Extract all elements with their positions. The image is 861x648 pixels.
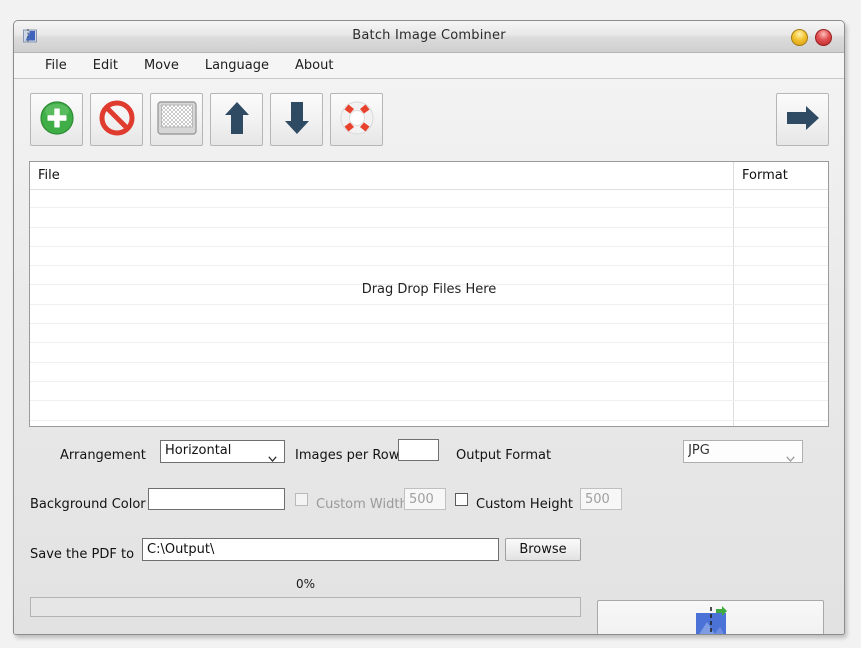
arrow-right-icon bbox=[785, 104, 821, 136]
table-row[interactable] bbox=[30, 343, 828, 362]
content-area: File Format Drag Drop Files Here Arrange… bbox=[14, 79, 844, 635]
title-bar: Batch Image Combiner bbox=[14, 21, 844, 53]
help-button[interactable] bbox=[330, 93, 383, 146]
arrangement-select[interactable]: HorizontalVertical bbox=[160, 440, 285, 463]
move-up-button[interactable] bbox=[210, 93, 263, 146]
close-button[interactable] bbox=[815, 29, 832, 46]
table-row[interactable] bbox=[30, 228, 828, 247]
table-row[interactable] bbox=[30, 382, 828, 401]
browse-button[interactable]: Browse bbox=[505, 538, 581, 561]
move-down-button[interactable] bbox=[270, 93, 323, 146]
custom-height-label: Custom Height bbox=[476, 493, 573, 512]
table-row[interactable] bbox=[30, 363, 828, 382]
menu-item-move[interactable]: Move bbox=[131, 56, 192, 76]
table-row[interactable] bbox=[30, 247, 828, 266]
minimize-button[interactable] bbox=[791, 29, 808, 46]
arrangement-select-wrap: HorizontalVertical bbox=[160, 439, 285, 463]
file-list-header: File Format bbox=[30, 162, 828, 190]
output-format-select-wrap: JPGPNGBMPGIFTIFPDF bbox=[683, 439, 803, 463]
images-per-row-input[interactable] bbox=[398, 439, 439, 461]
clear-list-button[interactable] bbox=[150, 93, 203, 146]
custom-height-checkbox[interactable] bbox=[455, 493, 468, 506]
checkerboard-icon bbox=[157, 101, 197, 139]
custom-height-input[interactable] bbox=[580, 488, 622, 510]
column-header-format[interactable]: Format bbox=[742, 168, 788, 183]
start-now-button[interactable]: Start Now! bbox=[597, 600, 824, 635]
menu-bar: File Edit Move Language About bbox=[14, 53, 844, 79]
file-list-rows bbox=[30, 189, 828, 426]
green-plus-circle-icon bbox=[38, 99, 76, 141]
progress-percent-label: 0% bbox=[30, 577, 581, 591]
table-row[interactable] bbox=[30, 324, 828, 343]
application-window: Batch Image Combiner File Edit Move Lang… bbox=[13, 20, 845, 635]
save-path-input[interactable] bbox=[142, 538, 499, 561]
table-row[interactable] bbox=[30, 285, 828, 304]
custom-width-checkbox[interactable] bbox=[295, 493, 308, 506]
output-format-select[interactable]: JPGPNGBMPGIFTIFPDF bbox=[683, 440, 803, 463]
column-header-file[interactable]: File bbox=[38, 168, 60, 183]
arrow-down-icon bbox=[283, 100, 311, 140]
custom-width-input[interactable] bbox=[404, 488, 446, 510]
background-color-input[interactable] bbox=[148, 488, 285, 510]
toolbar bbox=[30, 93, 383, 146]
red-forbidden-icon bbox=[98, 99, 136, 141]
menu-item-edit[interactable]: Edit bbox=[80, 56, 131, 76]
table-row[interactable] bbox=[30, 208, 828, 227]
custom-width-label: Custom Width bbox=[316, 493, 408, 512]
menu-item-about[interactable]: About bbox=[282, 56, 346, 76]
window-title: Batch Image Combiner bbox=[14, 28, 844, 43]
save-path-label: Save the PDF to bbox=[30, 543, 134, 562]
lifebuoy-icon bbox=[338, 99, 376, 141]
table-row[interactable] bbox=[30, 401, 828, 420]
forward-button[interactable] bbox=[776, 93, 829, 146]
add-files-button[interactable] bbox=[30, 93, 83, 146]
arrangement-label: Arrangement bbox=[60, 444, 146, 463]
file-list[interactable]: File Format Drag Drop Files Here bbox=[29, 161, 829, 427]
table-row[interactable] bbox=[30, 305, 828, 324]
menu-item-file[interactable]: File bbox=[32, 56, 80, 76]
image-split-icon bbox=[683, 606, 739, 635]
progress-bar bbox=[30, 597, 581, 617]
images-per-row-label: Images per Row bbox=[295, 444, 399, 463]
arrow-up-icon bbox=[223, 100, 251, 140]
remove-files-button[interactable] bbox=[90, 93, 143, 146]
table-row[interactable] bbox=[30, 189, 828, 208]
table-row[interactable] bbox=[30, 266, 828, 285]
menu-item-language[interactable]: Language bbox=[192, 56, 282, 76]
output-format-label: Output Format bbox=[456, 444, 551, 463]
background-color-label: Background Color bbox=[30, 493, 146, 512]
